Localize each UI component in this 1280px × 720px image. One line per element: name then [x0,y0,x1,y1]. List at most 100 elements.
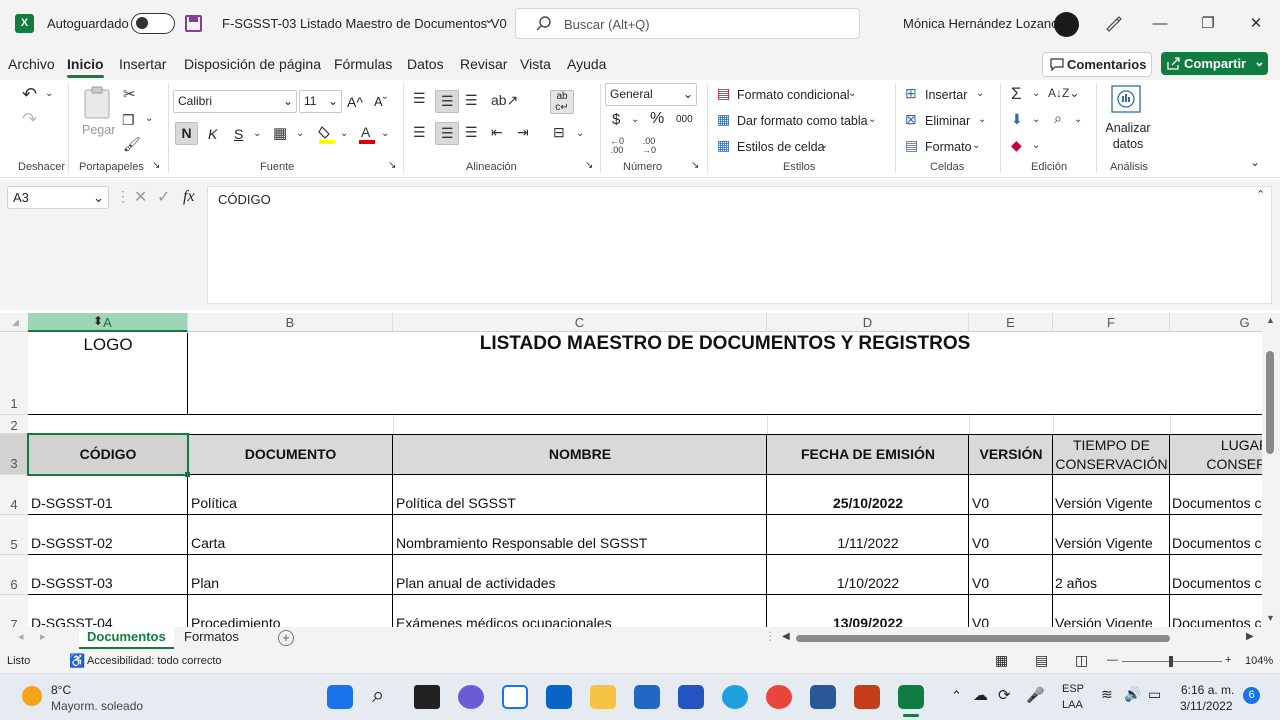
header-version[interactable]: VERSIÓN [969,434,1053,475]
search-box[interactable]: Buscar (Alt+Q) [515,8,860,39]
insert-button[interactable]: Insertar [925,88,967,102]
chevron-down-icon[interactable]: ⌄ [868,114,876,125]
cell-documento[interactable]: Plan [191,575,391,591]
alignment-launcher-icon[interactable]: ↘ [585,160,593,171]
word-icon[interactable] [810,685,836,709]
font-name-select[interactable]: Calibri ⌄ [173,90,297,113]
chevron-down-icon[interactable]: ⌄ [972,140,980,151]
chevron-down-icon[interactable]: ⌄ [1032,140,1040,151]
row-header-2[interactable]: 2 [0,415,28,434]
cell-version[interactable]: V0 [972,575,1052,591]
chevron-down-icon[interactable]: ⌄ [1032,114,1040,125]
microphone-icon[interactable]: 🎤 [1026,686,1045,704]
cell-lugar[interactable]: Documentos c [1172,575,1262,591]
align-center-button[interactable]: ☰ [435,122,459,145]
spreadsheet-grid[interactable]: ◢ A B C D E F G ⬍ 1 2 3 4 5 6 7 LOGO LIS… [0,313,1262,627]
align-right-icon[interactable]: ☰ [465,124,478,141]
align-top-icon[interactable]: ☰ [413,90,426,107]
insert-cells-icon[interactable]: ⊞ [905,85,917,102]
tab-prev-icon[interactable]: ◂ [18,630,24,643]
row-header-6[interactable]: 6 [0,555,28,595]
increase-decimal-icon[interactable]: ←0.00 [610,137,624,155]
hscroll-left-icon[interactable]: ◀ [782,631,790,642]
column-header-g[interactable]: G [1170,313,1262,332]
currency-button[interactable]: $ [612,111,620,128]
cell-version[interactable]: V0 [972,495,1052,511]
cell-codigo[interactable]: D-SGSST-02 [31,535,187,551]
chevron-down-icon[interactable]: ⌄ [1032,88,1040,99]
select-all-corner[interactable]: ◢ [0,313,28,332]
italic-button[interactable]: K [208,126,217,142]
currency-dropdown-icon[interactable]: ⌄ [631,114,639,125]
format-button[interactable]: Formato [925,140,972,154]
underline-dropdown-icon[interactable]: ⌄ [253,128,261,139]
cell-lugar[interactable]: Documentos c [1172,615,1262,627]
cell-codigo[interactable]: D-SGSST-01 [31,495,187,511]
vertical-scrollbar[interactable]: ▲ ▼ [1262,313,1280,627]
chat-icon[interactable] [458,685,484,709]
vertical-scroll-thumb[interactable] [1266,351,1274,454]
chevron-down-icon[interactable]: ⌄ [848,88,856,99]
clock-time[interactable]: 6:16 a. m. [1181,683,1234,697]
cell-nombre[interactable]: Política del SGSST [396,495,765,511]
lang-line2[interactable]: LAA [1062,699,1083,711]
volume-icon[interactable]: 🔊 [1124,686,1141,703]
formula-input[interactable]: CÓDIGO [207,186,1272,304]
minimize-button[interactable]: — [1145,9,1175,39]
weather-desc[interactable]: Mayorm. soleado [51,699,143,713]
chrome-icon[interactable] [766,685,792,709]
weather-temp[interactable]: 8°C [51,683,71,697]
cell-styles-icon[interactable]: ▦ [717,137,730,154]
clipboard-launcher-icon[interactable]: ↘ [152,160,160,171]
cell-lugar[interactable]: Documentos c [1172,535,1262,551]
cell-nombre[interactable]: Plan anual de actividades [396,575,765,591]
lang-line1[interactable]: ESP [1062,683,1084,695]
number-launcher-icon[interactable]: ↘ [691,160,699,171]
menu-revisar[interactable]: Revisar [460,56,507,72]
cell-styles-button[interactable]: Estilos de celda [737,140,825,154]
cut-icon[interactable]: ✂ [123,85,136,103]
decrease-indent-icon[interactable]: ⇤ [491,124,503,141]
align-left-icon[interactable]: ☰ [413,124,426,141]
page-break-icon[interactable]: ◫ [1075,652,1088,669]
column-header-f[interactable]: F [1053,313,1170,332]
find-select-icon[interactable]: ⌕ [1054,110,1062,127]
header-nombre[interactable]: NOMBRE [393,434,767,475]
collapse-ribbon-icon[interactable]: ⌄ [1250,155,1260,169]
row-header-5[interactable]: 5 [0,515,28,555]
borders-dropdown-icon[interactable]: ⌄ [296,128,304,139]
scroll-down-icon[interactable]: ▼ [1266,613,1275,623]
paste-icon[interactable] [83,86,113,120]
undo-dropdown-icon[interactable]: ⌄ [45,88,53,99]
header-tiempo[interactable]: TIEMPO DE CONSERVACIÓN [1053,434,1170,475]
enter-icon[interactable]: ✓ [157,187,170,207]
copy-dropdown-icon[interactable]: ⌄ [145,113,153,124]
decrease-decimal-icon[interactable]: .00 →0 [642,137,656,155]
user-name[interactable]: Mónica Hernández Lozano [903,16,1058,31]
share-chevron-icon[interactable]: ⌄ [1254,50,1265,73]
cell-fecha[interactable]: 25/10/2022 [767,495,969,511]
clear-icon[interactable]: ◆ [1011,137,1022,154]
logo-cell[interactable]: LOGO [28,335,188,355]
cell-documento[interactable]: Política [191,495,391,511]
name-box[interactable]: A3 ⌄ [7,186,109,209]
fill-dropdown-icon[interactable]: ⌄ [340,128,348,139]
row-header-3[interactable]: 3 [0,434,28,475]
header-fecha[interactable]: FECHA DE EMISIÓN [767,434,969,475]
column-header-e[interactable]: E [969,313,1053,332]
store-icon[interactable] [634,685,660,709]
restore-button[interactable]: ❐ [1193,9,1223,39]
row-header-1[interactable]: 1 [0,333,28,415]
redo-icon[interactable]: ↷ [22,109,37,130]
onedrive-icon[interactable]: ☁ [973,686,988,704]
chevron-down-icon[interactable]: ⌄ [820,140,828,151]
analyze-data-icon[interactable] [1110,84,1144,116]
menu-insertar[interactable]: Insertar [119,56,166,72]
font-size-select[interactable]: 11 ⌄ [299,90,342,113]
align-bottom-icon[interactable]: ☰ [465,92,478,109]
font-color-icon[interactable]: A [359,124,375,144]
sort-filter-icon[interactable]: A↓Z⌄ [1048,86,1079,100]
increase-indent-icon[interactable]: ⇥ [517,124,529,141]
align-middle-button[interactable]: ☰ [435,90,459,113]
file-explorer-icon[interactable] [590,685,616,709]
